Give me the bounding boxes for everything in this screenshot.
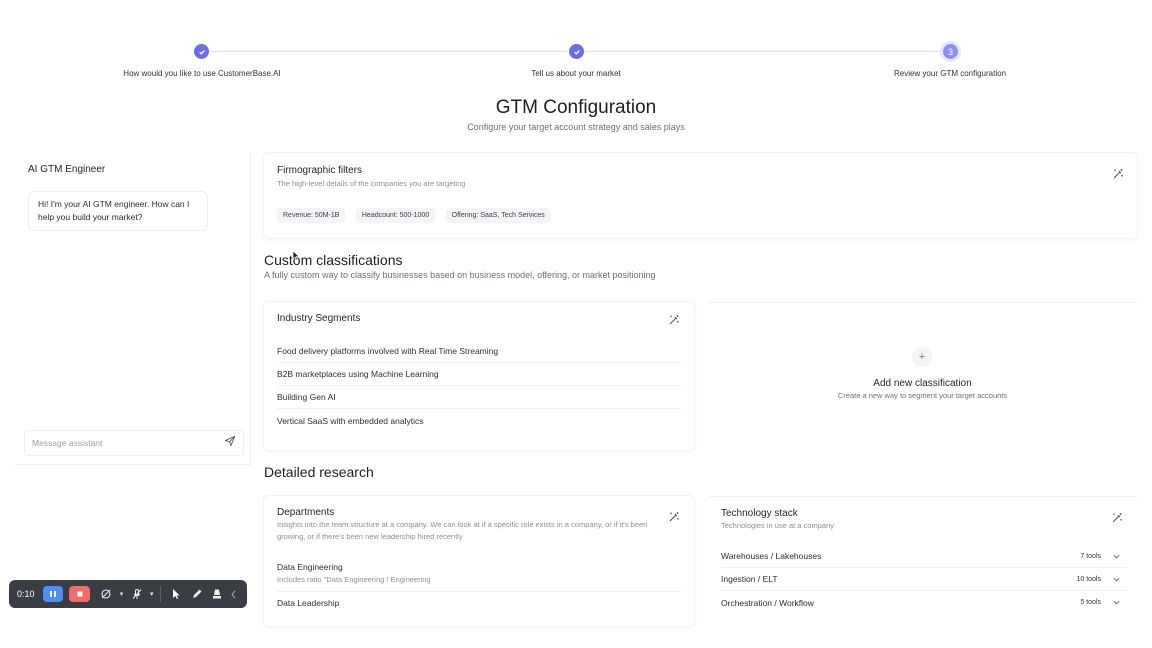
tech-category-row[interactable]: Ingestion / ELT 10 tools	[721, 568, 1127, 591]
step-label: Review your GTM configuration	[893, 69, 1007, 78]
assistant-message: Hi! I'm your AI GTM engineer. How can I …	[28, 191, 208, 231]
card-title: Industry Segments	[277, 313, 361, 324]
list-item[interactable]: B2B marketplaces using Machine Learning	[277, 363, 681, 386]
message-input-box[interactable]	[24, 430, 244, 456]
filter-chip[interactable]: Offering: SaaS, Tech Services	[445, 208, 551, 223]
chat-title: AI GTM Engineer	[28, 164, 106, 175]
departments-card: Departments Insights into the team struc…	[264, 496, 694, 626]
send-icon[interactable]	[224, 434, 236, 452]
page-subtitle: Configure your target account strategy a…	[467, 122, 685, 132]
step-connector	[584, 51, 942, 52]
department-item[interactable]: Data Engineering Includes ratio "Data En…	[277, 562, 681, 592]
card-description: Technologies in use at a company	[721, 521, 834, 530]
highlighter-icon[interactable]	[207, 585, 228, 603]
add-classification-card[interactable]: + Add new classification Create a new wa…	[708, 302, 1137, 450]
chevron-down-icon[interactable]: ▾	[117, 585, 126, 603]
stop-button[interactable]	[69, 586, 91, 602]
magic-wand-icon[interactable]	[1112, 167, 1124, 179]
tech-category-row[interactable]: Warehouses / Lakehouses 7 tools	[721, 545, 1127, 568]
card-title: Departments	[277, 507, 335, 518]
plus-icon[interactable]: +	[912, 347, 932, 367]
step-label: How would you like to use CustomerBase.A…	[123, 69, 281, 78]
list-item[interactable]: Vertical SaaS with embedded analytics	[277, 409, 681, 432]
message-input[interactable]	[32, 438, 212, 448]
pen-icon[interactable]	[186, 585, 207, 603]
chevron-down-icon[interactable]	[1112, 598, 1121, 607]
step-connector	[209, 51, 568, 52]
magic-wand-icon[interactable]	[1111, 511, 1123, 523]
tech-category-name: Ingestion / ELT	[721, 574, 778, 584]
step-label: Tell us about your market	[531, 69, 621, 78]
department-detail: Includes ratio "Data Engineering / Engin…	[277, 575, 431, 584]
collapse-icon[interactable]	[228, 585, 239, 603]
pointer-icon[interactable]	[165, 585, 186, 603]
step-current-indicator[interactable]: 3	[943, 44, 958, 59]
step-complete-check-icon[interactable]	[569, 44, 584, 59]
filter-chip[interactable]: Headcount: 500-1000	[355, 208, 436, 223]
tool-count: 5 tools	[1080, 599, 1101, 606]
tool-count: 10 tools	[1076, 575, 1101, 583]
recording-timer: 0:10	[17, 589, 35, 599]
add-classification-description: Create a new way to segment your target …	[837, 391, 1008, 400]
section-title: Custom classifications	[264, 252, 403, 268]
magic-wand-icon[interactable]	[668, 510, 680, 522]
page-title: GTM Configuration	[495, 97, 657, 118]
camera-off-icon[interactable]	[96, 585, 117, 603]
pause-button[interactable]	[42, 586, 64, 602]
add-classification-title: Add new classification	[873, 378, 972, 389]
tech-category-name: Warehouses / Lakehouses	[721, 551, 822, 561]
department-name[interactable]: Data Leadership	[277, 598, 339, 608]
toolbar-divider	[160, 586, 162, 602]
ai-chat-panel: AI GTM Engineer Hi! I'm your AI GTM engi…	[15, 151, 251, 465]
chevron-down-icon[interactable]: ▾	[147, 585, 156, 603]
card-title: Firmographic filters	[277, 165, 363, 176]
card-description: The high-level details of the companies …	[277, 179, 466, 188]
microphone-off-icon[interactable]	[126, 585, 147, 603]
chevron-down-icon[interactable]	[1112, 575, 1121, 584]
industry-segments-card: Industry Segments Food delivery platform…	[264, 302, 694, 450]
section-subtitle: A fully custom way to classify businesse…	[264, 270, 656, 280]
firmographic-filters-card: Firmographic filters The high-level deta…	[264, 153, 1137, 238]
screen-recorder-toolbar: 0:10 ▾ ▾	[9, 580, 247, 608]
card-description: Insights into the team structure at a co…	[277, 520, 648, 541]
step-complete-check-icon[interactable]	[194, 44, 209, 59]
list-item[interactable]: Building Gen AI	[277, 386, 681, 409]
list-item[interactable]: Food delivery platforms involved with Re…	[277, 340, 681, 363]
progress-stepper: How would you like to use CustomerBase.A…	[0, 43, 1152, 83]
card-title: Technology stack	[721, 508, 798, 519]
chevron-down-icon[interactable]	[1112, 552, 1121, 561]
mouse-cursor-icon	[292, 248, 300, 266]
magic-wand-icon[interactable]	[668, 313, 680, 325]
tool-count: 7 tools	[1080, 552, 1101, 560]
department-name: Data Engineering	[277, 562, 343, 572]
filter-chips: Revenue: 50M-1B Headcount: 500-1000 Offe…	[277, 204, 557, 223]
step-number: 3	[947, 46, 953, 57]
section-title: Detailed research	[264, 464, 374, 480]
filter-chip[interactable]: Revenue: 50M-1B	[277, 208, 346, 223]
tech-category-row[interactable]: Orchestration / Workflow 5 tools	[721, 591, 1127, 614]
technology-stack-card: Technology stack Technologies in use at …	[708, 496, 1137, 626]
tech-category-name: Orchestration / Workflow	[721, 597, 814, 608]
